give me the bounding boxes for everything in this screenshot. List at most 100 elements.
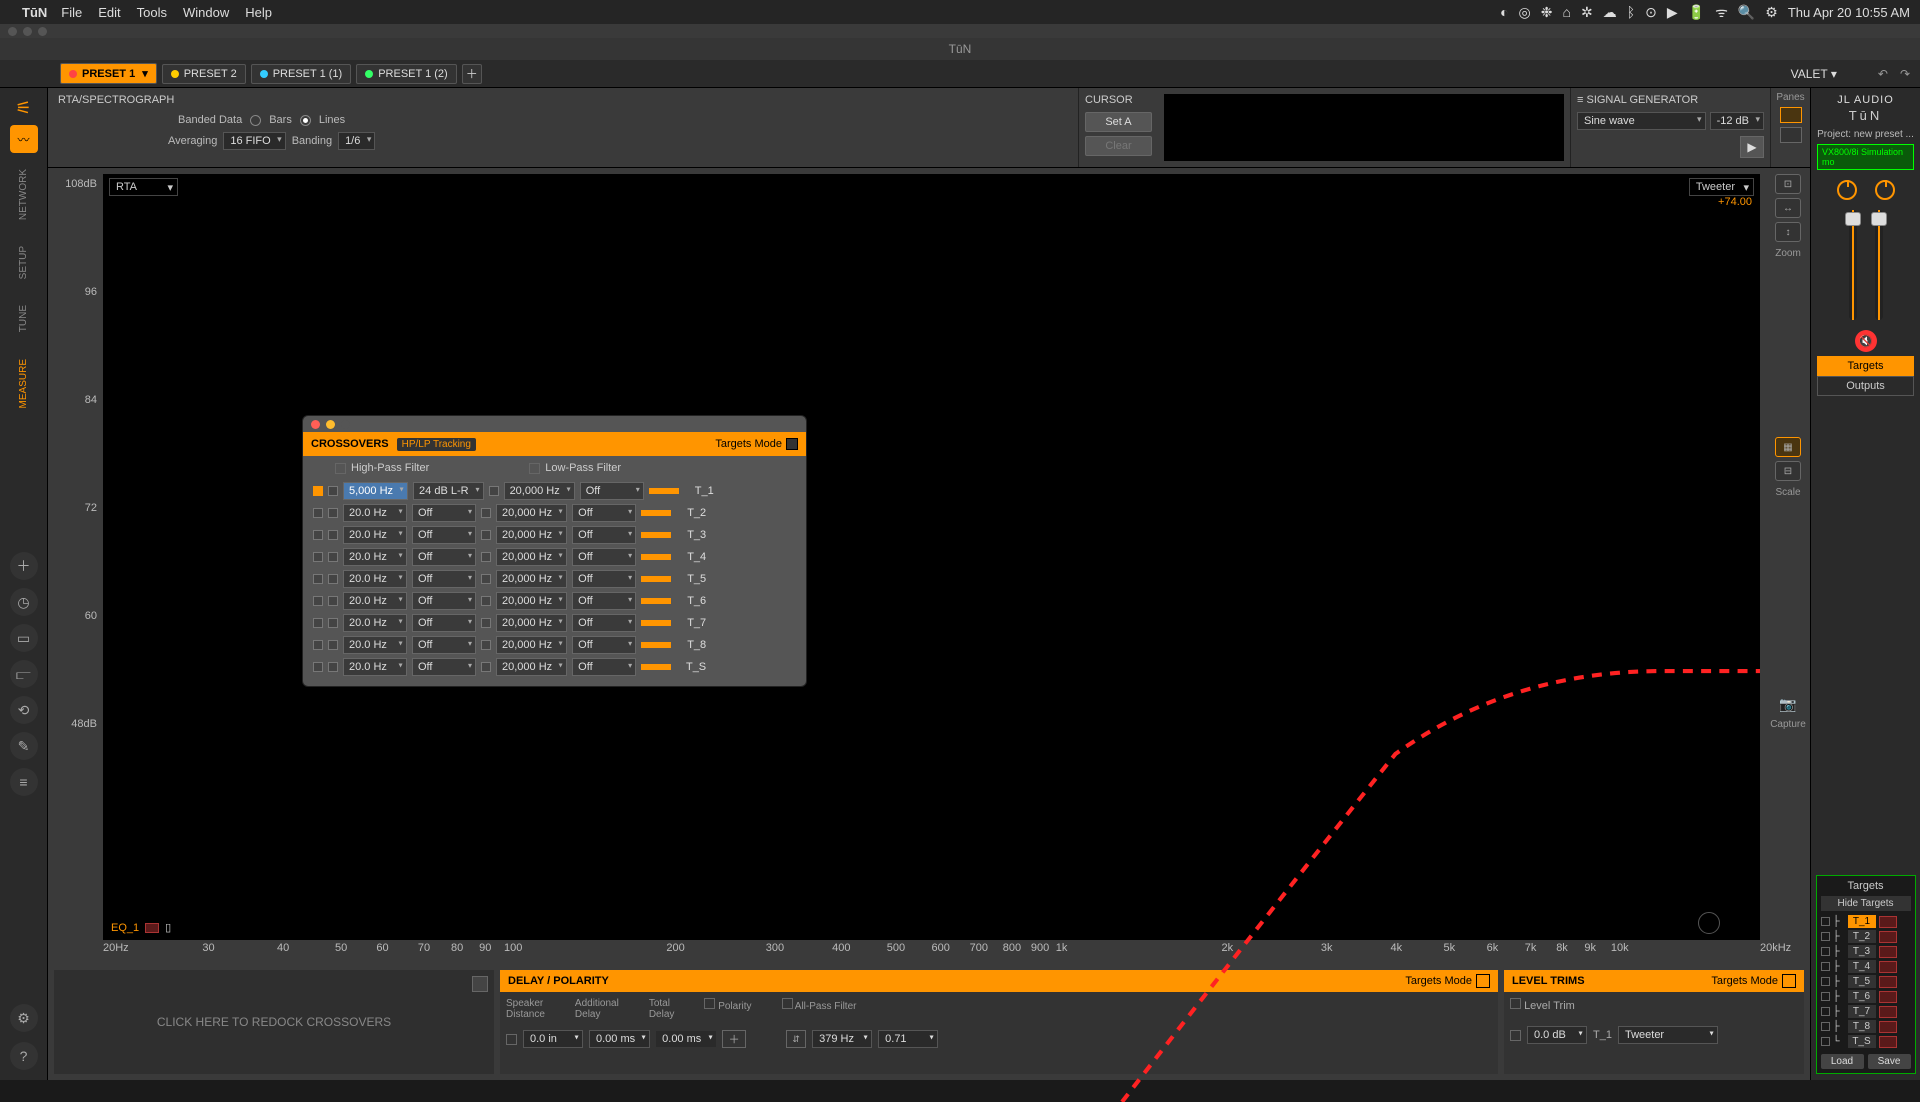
battery-icon[interactable]: 🔋 — [1688, 4, 1705, 21]
target-check[interactable] — [1821, 1022, 1830, 1031]
zoom-h-button[interactable]: ↔ — [1775, 198, 1801, 218]
lp-master-check[interactable] — [529, 463, 540, 474]
lp-slope-select[interactable]: Off — [572, 504, 636, 522]
hp-freq-input[interactable]: 20.0 Hz — [343, 658, 407, 676]
preset-tab[interactable]: PRESET 2 — [162, 64, 246, 84]
undock-icon[interactable] — [472, 976, 488, 992]
xover-row-check[interactable] — [313, 596, 323, 606]
zoom-fit-button[interactable]: ⊡ — [1775, 174, 1801, 194]
lp-freq-input[interactable]: 20,000 Hz — [496, 636, 567, 654]
status-icon[interactable]: ❉ — [1541, 4, 1553, 21]
target-row[interactable]: └T_S — [1821, 1035, 1911, 1048]
redock-placeholder[interactable]: CLICK HERE TO REDOCK CROSSOVERS — [54, 970, 494, 1074]
slider-left[interactable] — [1849, 210, 1857, 320]
lp-slope-select[interactable]: Off — [572, 548, 636, 566]
status-icon[interactable]: ⌂ — [1563, 4, 1571, 20]
target-row[interactable]: ├T_3 — [1821, 945, 1911, 958]
bluetooth-icon[interactable]: ᛒ — [1627, 4, 1635, 20]
target-curve-icon[interactable] — [1879, 961, 1897, 973]
target-curve-icon[interactable] — [1879, 916, 1897, 928]
menu-file[interactable]: File — [61, 5, 82, 20]
menu-edit[interactable]: Edit — [98, 5, 120, 20]
status-icon[interactable]: ◐ — [1500, 4, 1508, 20]
tracking-badge[interactable]: HP/LP Tracking — [397, 438, 476, 451]
lp-freq-input[interactable]: 20,000 Hz — [496, 658, 567, 676]
valet-button[interactable]: VALET ▾ — [1785, 65, 1843, 83]
lp-check[interactable] — [481, 596, 491, 606]
hp-slope-select[interactable]: Off — [412, 614, 476, 632]
control-center-icon[interactable]: ⚙ — [1765, 4, 1778, 21]
measure-icon[interactable]: 〰 — [10, 125, 38, 153]
target-row[interactable]: ├T_4 — [1821, 960, 1911, 973]
side-layers-icon[interactable]: ⫍ — [10, 660, 38, 688]
clock[interactable]: Thu Apr 20 10:55 AM — [1788, 5, 1910, 20]
lp-check[interactable] — [481, 618, 491, 628]
xover-row-check[interactable] — [313, 508, 323, 518]
zoom-dot[interactable] — [38, 27, 47, 36]
hp-check[interactable] — [328, 618, 338, 628]
menu-tools[interactable]: Tools — [137, 5, 167, 20]
hp-check[interactable] — [328, 596, 338, 606]
xover-row-check[interactable] — [313, 530, 323, 540]
close-dot[interactable] — [8, 27, 17, 36]
level-input[interactable]: 0.0 dB — [1527, 1026, 1587, 1044]
target-name[interactable]: T_4 — [1848, 960, 1876, 973]
lp-slope-select[interactable]: Off — [572, 592, 636, 610]
hp-freq-input[interactable]: 20.0 Hz — [343, 548, 407, 566]
hide-targets-button[interactable]: Hide Targets — [1821, 896, 1911, 911]
load-button[interactable]: Load — [1821, 1054, 1864, 1069]
lp-freq-input[interactable]: 20,000 Hz — [496, 548, 567, 566]
apf-freq-input[interactable]: 379 Hz — [812, 1030, 872, 1048]
menu-window[interactable]: Window — [183, 5, 229, 20]
pane1-toggle[interactable] — [1780, 107, 1802, 123]
hp-freq-input[interactable]: 20.0 Hz — [343, 570, 407, 588]
rail-setup[interactable]: SETUP — [18, 236, 29, 289]
target-check[interactable] — [1821, 947, 1830, 956]
siggen-level-select[interactable]: -12 dB — [1710, 112, 1764, 130]
target-check[interactable] — [1821, 1037, 1830, 1046]
lp-check[interactable] — [481, 508, 491, 518]
hp-freq-input[interactable]: 20.0 Hz — [343, 614, 407, 632]
bars-radio[interactable] — [250, 115, 261, 126]
rail-tune[interactable]: TUNE — [18, 295, 29, 342]
zoom-dot[interactable] — [341, 420, 350, 429]
target-check[interactable] — [1821, 932, 1830, 941]
target-curve-icon[interactable] — [1879, 1006, 1897, 1018]
side-screen-icon[interactable]: ▭ — [10, 624, 38, 652]
rail-network[interactable]: NETWORK — [18, 159, 29, 230]
target-row[interactable]: ├T_1 — [1821, 915, 1911, 928]
lp-check[interactable] — [481, 662, 491, 672]
hp-slope-select[interactable]: Off — [412, 548, 476, 566]
target-row[interactable]: ├T_2 — [1821, 930, 1911, 943]
preset-tab[interactable]: PRESET 1▾ — [60, 63, 157, 84]
min-dot[interactable] — [326, 420, 335, 429]
capture-button[interactable]: 📷 — [1779, 696, 1796, 713]
xover-row-check[interactable] — [313, 640, 323, 650]
lp-slope-select[interactable]: Off — [572, 570, 636, 588]
target-row[interactable]: ├T_8 — [1821, 1020, 1911, 1033]
wifi-icon[interactable]: ᯤ — [1715, 3, 1728, 22]
hp-freq-input[interactable]: 20.0 Hz — [343, 636, 407, 654]
knob-right[interactable] — [1875, 180, 1895, 200]
status-icon[interactable]: ☁ — [1603, 4, 1617, 21]
xover-row-check[interactable] — [313, 618, 323, 628]
side-add-icon[interactable]: ＋ — [10, 552, 38, 580]
lp-slope-select[interactable]: Off — [572, 526, 636, 544]
lp-check[interactable] — [481, 640, 491, 650]
hp-slope-select[interactable]: Off — [412, 504, 476, 522]
side-list-icon[interactable]: ≡ — [10, 768, 38, 796]
target-check[interactable] — [1821, 992, 1830, 1001]
target-curve-icon[interactable] — [1879, 991, 1897, 1003]
distance-input[interactable]: 0.0 in — [523, 1030, 583, 1048]
search-icon[interactable]: 🔍 — [1738, 4, 1755, 21]
slider-right[interactable] — [1875, 210, 1883, 320]
zoom-v-button[interactable]: ↕ — [1775, 222, 1801, 242]
side-gear-icon[interactable]: ✎ — [10, 732, 38, 760]
hp-slope-select[interactable]: 24 dB L-R — [413, 482, 484, 500]
crossovers-window[interactable]: CROSSOVERS HP/LP Tracking Targets Mode H… — [302, 415, 807, 687]
lp-check[interactable] — [481, 552, 491, 562]
status-icon[interactable]: ▶ — [1667, 4, 1678, 21]
close-dot[interactable] — [311, 420, 320, 429]
menu-help[interactable]: Help — [245, 5, 272, 20]
lp-check[interactable] — [481, 574, 491, 584]
